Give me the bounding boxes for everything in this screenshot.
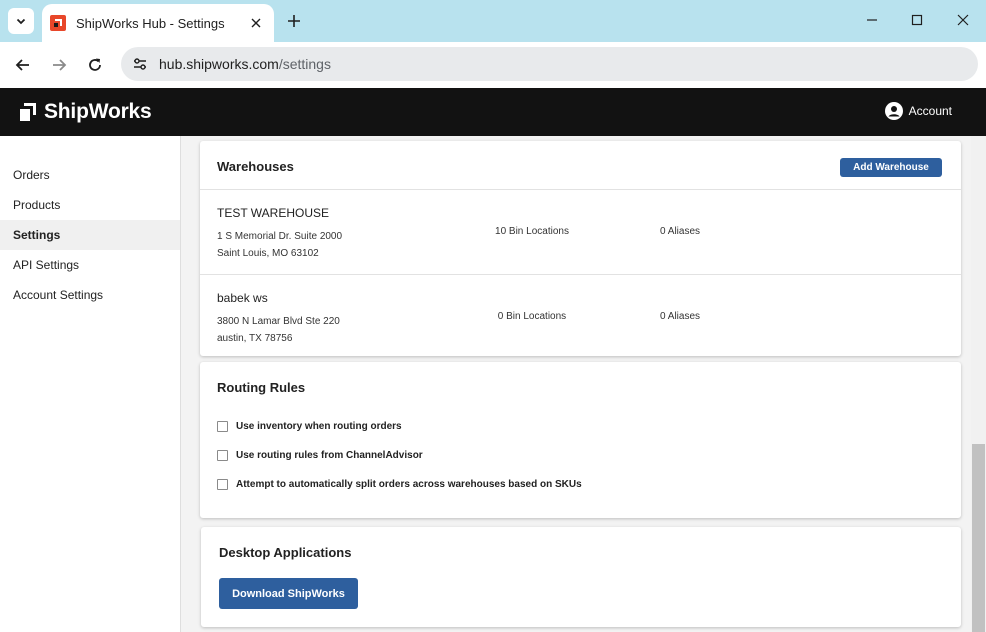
warehouses-card: Warehouses Add Warehouse TEST WAREHOUSE … [200, 141, 961, 356]
main-content: Warehouses Add Warehouse TEST WAREHOUSE … [181, 136, 971, 632]
account-circle-icon [884, 102, 903, 120]
checkbox[interactable] [217, 421, 228, 432]
warehouse-address-line1: 3800 N Lamar Blvd Ste 220 [217, 316, 340, 327]
brand-name: ShipWorks [44, 100, 152, 123]
warehouse-row[interactable]: babek ws 3800 N Lamar Blvd Ste 220 austi… [200, 274, 961, 356]
browser-tab[interactable]: ShipWorks Hub - Settings [42, 4, 274, 42]
sidebar-item-settings[interactable]: Settings [0, 220, 180, 250]
reload-icon [89, 58, 101, 71]
account-menu[interactable]: Account [884, 102, 952, 120]
maximize-button[interactable] [897, 6, 937, 34]
sidebar-item-orders[interactable]: Orders [0, 160, 180, 190]
minimize-button[interactable] [852, 6, 892, 34]
back-button[interactable] [8, 50, 38, 80]
url-text: hub.shipworks.com/settings [159, 56, 331, 72]
shipworks-logo[interactable]: ShipWorks [18, 100, 152, 124]
warehouse-aliases: 0 Aliases [660, 311, 701, 322]
warehouse-bin-locations: 10 Bin Locations [495, 226, 569, 237]
checkbox-label: Use routing rules from ChannelAdvisor [236, 450, 423, 461]
sidebar-item-account-settings[interactable]: Account Settings [0, 280, 180, 310]
tune-icon [134, 58, 146, 70]
arrow-right-icon [53, 59, 67, 71]
warehouse-row[interactable]: TEST WAREHOUSE 1 S Memorial Dr. Suite 20… [200, 189, 961, 274]
warehouse-address-line2: Saint Louis, MO 63102 [217, 248, 319, 259]
page-scrollbar[interactable] [971, 136, 986, 632]
scrollbar-thumb[interactable] [972, 444, 985, 632]
tab-close-button[interactable] [242, 9, 270, 37]
plus-icon [288, 15, 300, 27]
site-info-button[interactable] [123, 47, 157, 81]
browser-tab-bar: ShipWorks Hub - Settings [0, 0, 986, 42]
routing-option-split-orders[interactable]: Attempt to automatically split orders ac… [217, 479, 582, 490]
forward-button[interactable] [44, 50, 74, 80]
warehouse-name: TEST WAREHOUSE [217, 206, 330, 220]
reload-button[interactable] [80, 50, 110, 80]
warehouse-address: 1 S Memorial Dr. Suite 2000 Saint Louis,… [217, 228, 342, 262]
warehouse-name: babek ws [217, 291, 268, 305]
desktop-applications-title: Desktop Applications [219, 545, 352, 560]
new-tab-button[interactable] [280, 7, 308, 35]
routing-option-channeladvisor[interactable]: Use routing rules from ChannelAdvisor [217, 450, 423, 461]
arrow-left-icon [15, 59, 29, 71]
checkbox-label: Use inventory when routing orders [236, 421, 402, 432]
download-shipworks-button[interactable]: Download ShipWorks [219, 578, 358, 609]
warehouse-address-line1: 1 S Memorial Dr. Suite 2000 [217, 231, 343, 242]
routing-rules-card: Routing Rules Use inventory when routing… [200, 362, 961, 518]
url-path: /settings [278, 56, 331, 72]
routing-rules-title: Routing Rules [217, 380, 306, 395]
account-label: Account [908, 104, 952, 118]
add-warehouse-button[interactable]: Add Warehouse [840, 158, 942, 177]
close-icon [957, 14, 969, 26]
sidebar-item-products[interactable]: Products [0, 190, 180, 220]
warehouse-bin-locations: 0 Bin Locations [497, 311, 567, 322]
desktop-applications-card: Desktop Applications Download ShipWorks [201, 527, 961, 627]
checkbox[interactable] [217, 450, 228, 461]
warehouse-address: 3800 N Lamar Blvd Ste 220 austin, TX 787… [217, 313, 340, 347]
checkbox-label: Attempt to automatically split orders ac… [236, 479, 582, 490]
warehouses-title: Warehouses [217, 159, 294, 174]
sidebar-item-api-settings[interactable]: API Settings [0, 250, 180, 280]
warehouse-aliases: 0 Aliases [660, 226, 701, 237]
app-header: ShipWorks Account [0, 88, 986, 136]
tab-title: ShipWorks Hub - Settings [76, 15, 225, 31]
routing-option-use-inventory[interactable]: Use inventory when routing orders [217, 421, 402, 432]
minimize-icon [867, 19, 877, 21]
maximize-icon [911, 14, 923, 26]
sidebar-nav: Orders Products Settings API Settings Ac… [0, 136, 181, 632]
warehouse-address-line2: austin, TX 78756 [217, 333, 293, 344]
window-close-button[interactable] [943, 6, 983, 34]
tab-search-button[interactable] [8, 8, 34, 34]
shipworks-logo-icon [20, 103, 36, 121]
close-icon [251, 18, 261, 28]
url-host: hub.shipworks.com [159, 56, 279, 72]
browser-toolbar: hub.shipworks.com/settings [0, 42, 986, 88]
shipworks-favicon-icon [50, 15, 66, 31]
address-bar[interactable]: hub.shipworks.com/settings [121, 47, 978, 81]
checkbox[interactable] [217, 479, 228, 490]
chevron-down-icon [16, 18, 26, 25]
